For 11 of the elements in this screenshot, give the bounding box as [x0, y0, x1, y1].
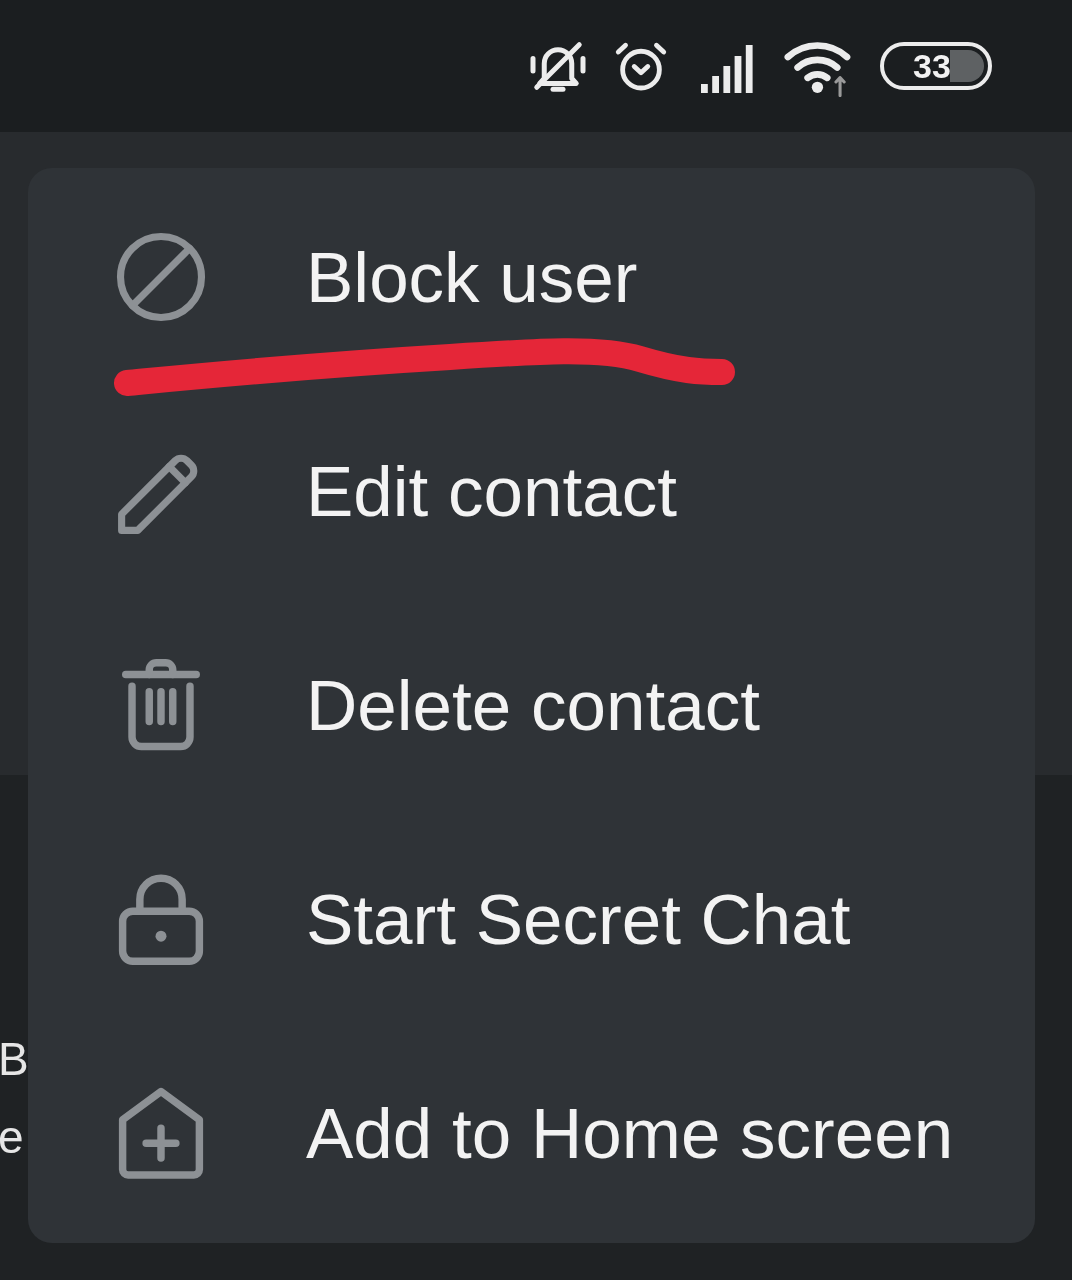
menu-item[interactable]: Block user	[28, 170, 1035, 384]
padlock-icon	[116, 872, 206, 966]
menu-item[interactable]: Delete contact	[28, 598, 1035, 812]
partial-text: e	[0, 1111, 24, 1163]
house-plus-icon	[116, 1086, 206, 1180]
menu-item[interactable]: Add to Home screen	[28, 1026, 1035, 1240]
menu-item[interactable]: Edit contact	[28, 384, 1035, 598]
partial-text: B	[0, 1033, 29, 1085]
menu-item[interactable]: Start Secret Chat	[28, 812, 1035, 1026]
block-icon	[116, 230, 206, 324]
battery-percent: 33	[913, 49, 951, 83]
